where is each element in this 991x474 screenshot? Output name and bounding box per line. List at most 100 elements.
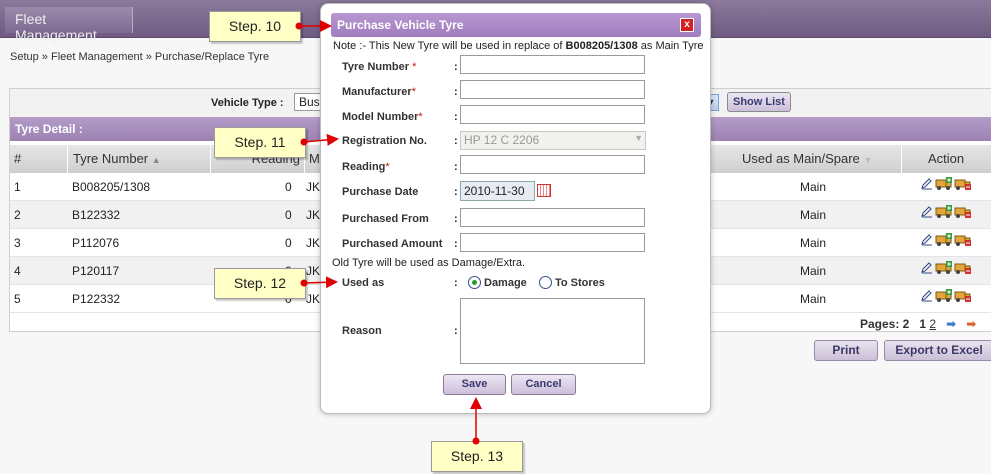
calendar-icon[interactable] xyxy=(537,184,551,197)
required-mark: * xyxy=(412,61,417,73)
edit-icon[interactable] xyxy=(920,177,932,190)
truck-remove-icon[interactable] xyxy=(954,177,971,191)
purchase-date-input[interactable]: 2010-11-30 xyxy=(460,181,535,201)
model-number-input[interactable] xyxy=(460,105,645,124)
cell-used-as: Main xyxy=(800,180,827,194)
row-actions xyxy=(920,289,971,303)
model-number-label-text: Model Number xyxy=(342,111,419,123)
dialog-title-bar: Purchase Vehicle Tyre x xyxy=(331,13,701,37)
cell-manufacturer: JK xyxy=(306,292,321,306)
cell-manufacturer: JK xyxy=(306,208,321,222)
next-page-icon[interactable]: ➡ xyxy=(946,317,956,331)
cell-num: 2 xyxy=(14,208,21,222)
colon: : xyxy=(454,135,458,147)
cell-num: 1 xyxy=(14,180,21,194)
cell-num: 3 xyxy=(14,236,21,250)
cell-num: 5 xyxy=(14,292,21,306)
callout-step-10: Step. 10 xyxy=(209,11,301,42)
cell-used-as: Main xyxy=(800,264,827,278)
vehicle-type-label: Vehicle Type : xyxy=(211,97,284,109)
model-number-label: Model Number* xyxy=(342,111,423,123)
truck-add-icon[interactable] xyxy=(935,177,952,191)
used-as-label: Used as xyxy=(342,277,385,289)
breadcrumb: Setup » Fleet Management » Purchase/Repl… xyxy=(10,51,270,63)
purchased-from-input[interactable] xyxy=(460,208,645,227)
radio-damage-icon[interactable] xyxy=(468,276,481,289)
cell-manufacturer: JK xyxy=(306,264,321,278)
col-used-as-label: Used as Main/Spare xyxy=(742,151,860,166)
purchased-amount-input[interactable] xyxy=(460,233,645,252)
purchase-tyre-dialog: Purchase Vehicle Tyre x Note :- This New… xyxy=(320,3,711,414)
registration-value: HP 12 C 2206 xyxy=(464,133,540,147)
colon: : xyxy=(454,61,458,73)
required-mark: * xyxy=(418,111,423,123)
callout-step-12: Step. 12 xyxy=(214,268,306,299)
callout-step-13: Step. 13 xyxy=(431,441,523,472)
col-tyre-number[interactable]: Tyre Number ▲ xyxy=(68,145,211,173)
radio-to-stores-icon[interactable] xyxy=(539,276,552,289)
truck-add-icon[interactable] xyxy=(935,205,952,219)
cell-manufacturer: JK xyxy=(306,236,321,250)
edit-icon[interactable] xyxy=(920,289,932,302)
colon: : xyxy=(454,238,458,250)
purchased-from-label: Purchased From xyxy=(342,213,429,225)
cell-reading: 0 xyxy=(285,236,292,250)
registration-label: Registration No. xyxy=(342,135,427,147)
last-page-icon[interactable]: ➡ xyxy=(966,317,976,331)
required-mark: * xyxy=(411,86,416,98)
registration-select: HP 12 C 2206 ▼ xyxy=(460,131,646,150)
truck-remove-icon[interactable] xyxy=(954,261,971,275)
note-prefix: Note :- This New Tyre will be used in re… xyxy=(333,40,566,52)
radio-damage[interactable]: Damage xyxy=(468,276,527,289)
truck-add-icon[interactable] xyxy=(935,261,952,275)
callout-step-11: Step. 11 xyxy=(214,127,306,158)
purchased-amount-label: Purchased Amount xyxy=(342,238,443,250)
print-button[interactable]: Print xyxy=(814,340,878,361)
cancel-button[interactable]: Cancel xyxy=(511,374,576,395)
reading-input[interactable] xyxy=(460,155,645,174)
row-actions xyxy=(920,177,971,191)
col-used-as[interactable]: Used as Main/Spare ▼ xyxy=(710,145,902,173)
reason-textarea[interactable] xyxy=(460,298,645,364)
truck-remove-icon[interactable] xyxy=(954,289,971,303)
tab-fleet-management[interactable]: Fleet Management xyxy=(5,7,133,43)
purchase-date-label: Purchase Date xyxy=(342,186,419,198)
export-excel-button[interactable]: Export to Excel xyxy=(884,340,991,361)
truck-add-icon[interactable] xyxy=(935,289,952,303)
tyre-number-input[interactable] xyxy=(460,55,645,74)
close-icon[interactable]: x xyxy=(680,18,694,32)
pages-label: Pages: 2 xyxy=(860,317,910,331)
edit-icon[interactable] xyxy=(920,233,932,246)
chevron-down-icon: ▼ xyxy=(634,133,643,143)
col-tyre-number-label: Tyre Number xyxy=(73,151,149,166)
radio-to-stores[interactable]: To Stores xyxy=(539,276,605,289)
note-tyre-number: B008205/1308 xyxy=(565,40,638,52)
colon: : xyxy=(454,186,458,198)
old-tyre-note: Old Tyre will be used as Damage/Extra. xyxy=(332,257,525,269)
colon: : xyxy=(454,213,458,225)
col-action: Action xyxy=(902,145,991,173)
reason-label: Reason xyxy=(342,325,382,337)
manufacturer-label: Manufacturer* xyxy=(342,86,416,98)
edit-icon[interactable] xyxy=(920,205,932,218)
edit-icon[interactable] xyxy=(920,261,932,274)
truck-add-icon[interactable] xyxy=(935,233,952,247)
save-button[interactable]: Save xyxy=(443,374,506,395)
dialog-title: Purchase Vehicle Tyre xyxy=(337,18,464,32)
page-2-link[interactable]: 2 xyxy=(929,317,936,331)
page-1[interactable]: 1 xyxy=(919,317,926,331)
tyre-number-label: Tyre Number * xyxy=(342,61,416,73)
radio-to-stores-label: To Stores xyxy=(555,276,605,289)
cell-tyre-number: P120117 xyxy=(72,264,120,278)
colon: : xyxy=(454,161,458,173)
manufacturer-input[interactable] xyxy=(460,80,645,99)
truck-remove-icon[interactable] xyxy=(954,205,971,219)
reading-label: Reading* xyxy=(342,161,390,173)
cell-manufacturer: JK xyxy=(306,180,321,194)
cell-tyre-number: P112076 xyxy=(72,236,120,250)
col-num: # xyxy=(10,145,68,173)
truck-remove-icon[interactable] xyxy=(954,233,971,247)
colon: : xyxy=(454,111,458,123)
show-list-button[interactable]: Show List xyxy=(727,92,791,112)
cell-reading: 0 xyxy=(285,208,292,222)
